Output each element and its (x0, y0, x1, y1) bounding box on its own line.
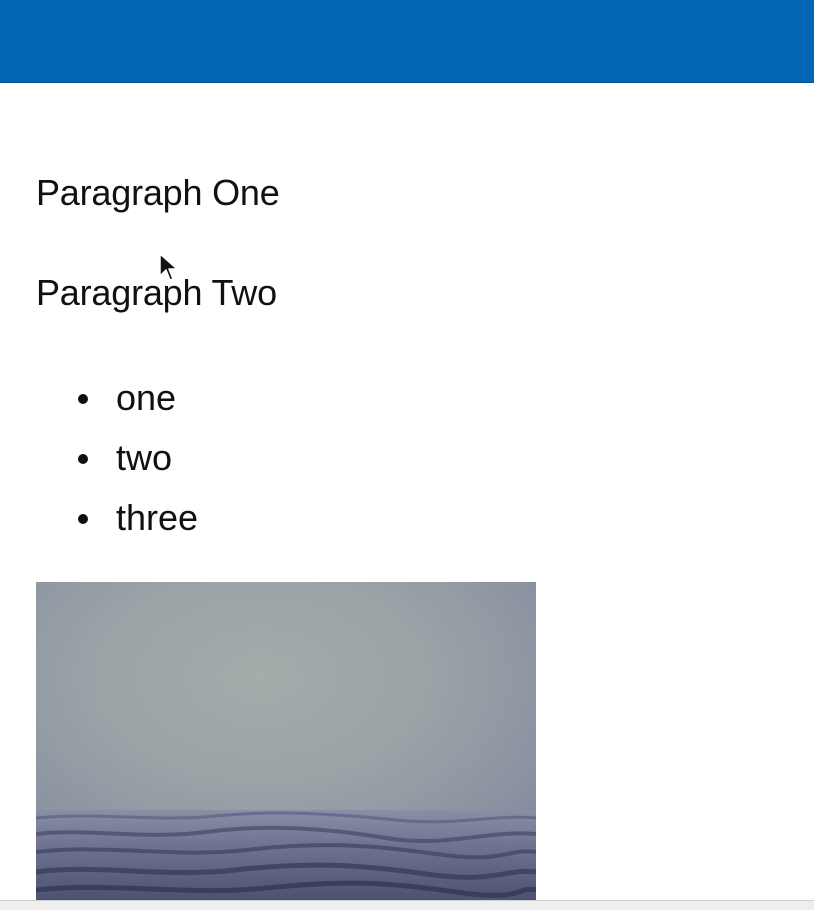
header-bar (0, 0, 814, 83)
bottom-edge (0, 900, 814, 910)
list-item: one (36, 368, 776, 428)
list-item-label: one (116, 377, 177, 418)
list-item-label: three (116, 497, 199, 538)
list-item: two (36, 428, 776, 488)
foggy-sea-photo (36, 582, 536, 900)
paragraph-one: Paragraph One (36, 172, 280, 213)
web-page: Paragraph One Paragraph Two one two thre… (0, 0, 814, 910)
list-item-label: two (116, 437, 173, 478)
bullet-icon (78, 394, 88, 404)
paragraph-two: Paragraph Two (36, 272, 277, 313)
arrow-cursor-icon (159, 253, 178, 281)
bullet-icon (78, 514, 88, 524)
list-item: three (36, 488, 776, 548)
bullet-list: one two three (36, 368, 776, 548)
page-content: Paragraph One Paragraph Two one two thre… (36, 168, 776, 548)
bullet-icon (78, 454, 88, 464)
